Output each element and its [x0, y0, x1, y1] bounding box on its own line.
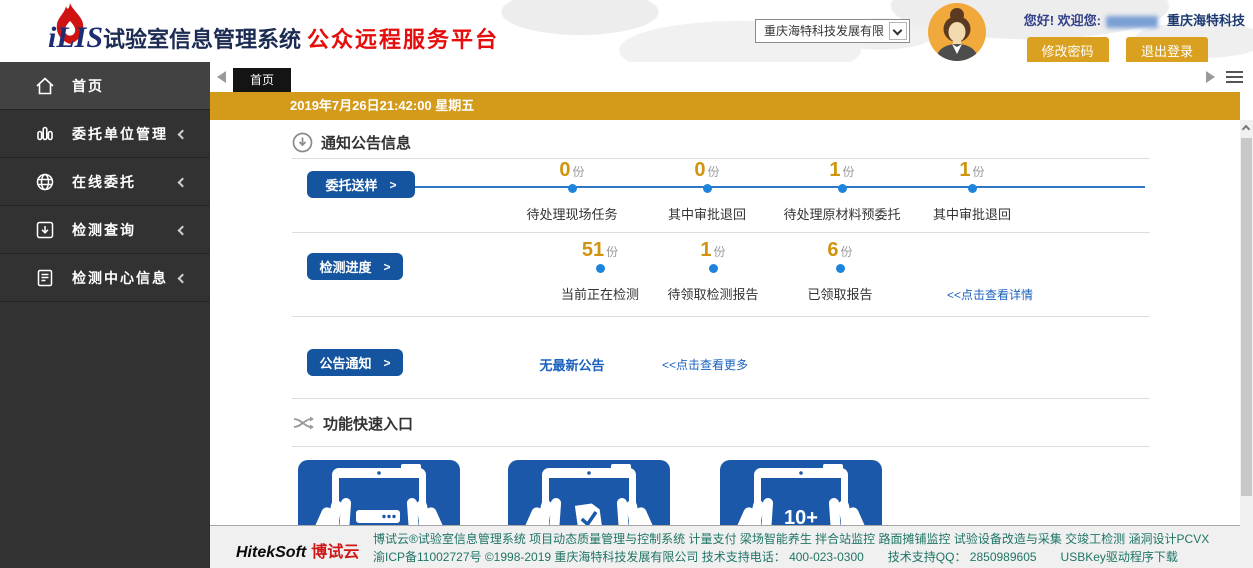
tab-scroll-right-icon[interactable]	[1206, 71, 1215, 83]
ten-plus-badge: 10+	[784, 507, 818, 525]
announcement-button[interactable]: 公告通知>	[307, 349, 403, 376]
commission-sample-button[interactable]: 委托送样>	[307, 171, 415, 198]
welcome-greeting: 您好! 欢迎您:	[1024, 13, 1101, 28]
divider	[292, 398, 1150, 399]
view-more-link[interactable]: <<点击查看更多	[630, 356, 780, 373]
tab-scroll-left-icon[interactable]	[217, 71, 226, 83]
tablet-hands-check-icon	[508, 460, 670, 525]
home-icon	[34, 75, 56, 97]
chevron-right-icon: >	[384, 260, 391, 274]
divider	[292, 446, 1150, 447]
stat-approval-returned-1: 0份 其中审批退回	[640, 160, 774, 223]
hiteksoft-logo: HitekSoft博试云	[236, 538, 359, 562]
document-icon	[34, 267, 56, 289]
welcome-block: 您好! 欢迎您: 重庆海特科技 修改密码 退出登录	[1014, 10, 1245, 64]
tab-bar: 首页	[210, 62, 1253, 92]
view-details-link[interactable]: <<点击查看详情	[900, 286, 1080, 303]
chevron-left-icon	[178, 178, 188, 188]
logout-button[interactable]: 退出登录	[1126, 37, 1208, 64]
stat-dot	[709, 264, 718, 273]
sidebar-item-label: 检测中心信息	[72, 268, 168, 288]
scroll-up-icon[interactable]	[1240, 120, 1253, 136]
chevron-right-icon: >	[390, 178, 397, 192]
logo-ilis-text: iLIS	[48, 21, 103, 54]
chevron-left-icon	[178, 274, 188, 284]
stat-reports-to-collect: 1份 待领取检测报告	[646, 240, 780, 303]
stat-dot	[703, 184, 712, 193]
sidebar: 首页 委托单位管理 在线委托 检测查询 检测中	[0, 62, 210, 568]
stat-dot	[836, 264, 845, 273]
sidebar-item-test-center-info[interactable]: 检测中心信息	[0, 254, 210, 302]
scrollbar-thumb[interactable]	[1241, 138, 1252, 496]
stat-pending-raw-material: 1份 待处理原材料预委托	[775, 160, 909, 223]
redacted-username	[1106, 16, 1158, 28]
chevron-down-icon	[889, 22, 907, 40]
avatar	[928, 3, 986, 61]
quick-entry-card-report[interactable]	[508, 460, 670, 525]
notice-section-title: 通知公告信息	[321, 132, 411, 153]
stat-pending-field-tasks: 0份 待处理现场任务	[505, 160, 639, 223]
quick-entry-card-mobile[interactable]	[298, 460, 460, 525]
company-select[interactable]: 重庆海特科技发展有限	[755, 19, 910, 43]
stat-dot	[596, 264, 605, 273]
sidebar-item-home[interactable]: 首页	[0, 62, 210, 110]
footer-copyright-line: 渝ICP备11002727号 ©1998-2019 重庆海特科技发展有限公司 技…	[373, 548, 1209, 566]
no-announcement-message: 无最新公告	[505, 355, 639, 374]
current-datetime: 2019年7月26日21:42:00 星期五	[210, 92, 1240, 120]
company-select-value: 重庆海特科技发展有限	[764, 24, 884, 38]
tab-list-menu-icon[interactable]	[1226, 71, 1243, 86]
tablet-hands-dots-icon	[298, 460, 460, 525]
sidebar-item-label: 首页	[72, 76, 104, 96]
quick-entry-card-ten-plus[interactable]: 10+	[720, 460, 882, 525]
date-bar: 2019年7月26日21:42:00 星期五	[210, 92, 1240, 120]
divider	[292, 232, 1150, 233]
divider	[292, 316, 1150, 317]
main-content: 通知公告信息 委托送样> 0份 待处理现场任务 0份 其中审批退回 1份 待处理…	[210, 120, 1240, 525]
sidebar-item-client-management[interactable]: 委托单位管理	[0, 110, 210, 158]
stat-dot	[568, 184, 577, 193]
chevron-right-icon: >	[384, 356, 391, 370]
app-window: iLIS试验室信息管理系统公众远程服务平台 重庆海特科技发展有限 您好! 欢迎您…	[0, 0, 1253, 568]
header: iLIS试验室信息管理系统公众远程服务平台 重庆海特科技发展有限 您好! 欢迎您…	[0, 0, 1253, 62]
quick-entry-section-title: 功能快速入口	[323, 413, 413, 434]
divider	[292, 158, 1150, 159]
shuffle-icon	[292, 412, 315, 434]
logo-subtitle: 公众远程服务平台	[307, 27, 499, 52]
stat-approval-returned-2: 1份 其中审批退回	[905, 160, 1039, 223]
stat-dot	[968, 184, 977, 193]
chevron-left-icon	[178, 130, 188, 140]
download-circle-icon	[292, 132, 313, 153]
tablet-hands-ten-plus-icon: 10+	[720, 460, 882, 525]
footer: HitekSoft博试云 博试云®试验室信息管理系统 项目动态质量管理与控制系统…	[210, 525, 1253, 568]
tab-home[interactable]: 首页	[233, 68, 291, 92]
stat-reports-collected: 6份 已领取报告	[773, 240, 907, 303]
sidebar-item-label: 在线委托	[72, 172, 136, 192]
sidebar-item-test-query[interactable]: 检测查询	[0, 206, 210, 254]
footer-products-line: 博试云®试验室信息管理系统 项目动态质量管理与控制系统 计量支付 梁场智能养生 …	[373, 530, 1209, 548]
test-progress-button[interactable]: 检测进度>	[307, 253, 403, 280]
download-icon	[34, 219, 56, 241]
globe-icon	[34, 171, 56, 193]
vertical-scrollbar[interactable]	[1240, 120, 1253, 568]
change-password-button[interactable]: 修改密码	[1027, 37, 1109, 64]
sidebar-item-label: 委托单位管理	[72, 124, 168, 144]
chevron-left-icon	[178, 226, 188, 236]
sidebar-item-label: 检测查询	[72, 220, 136, 240]
bar-chart-icon	[34, 123, 56, 145]
logo-title: 试验室信息管理系统	[103, 27, 301, 52]
welcome-company: 重庆海特科技	[1167, 13, 1245, 28]
sidebar-item-online-commission[interactable]: 在线委托	[0, 158, 210, 206]
stat-dot	[838, 184, 847, 193]
